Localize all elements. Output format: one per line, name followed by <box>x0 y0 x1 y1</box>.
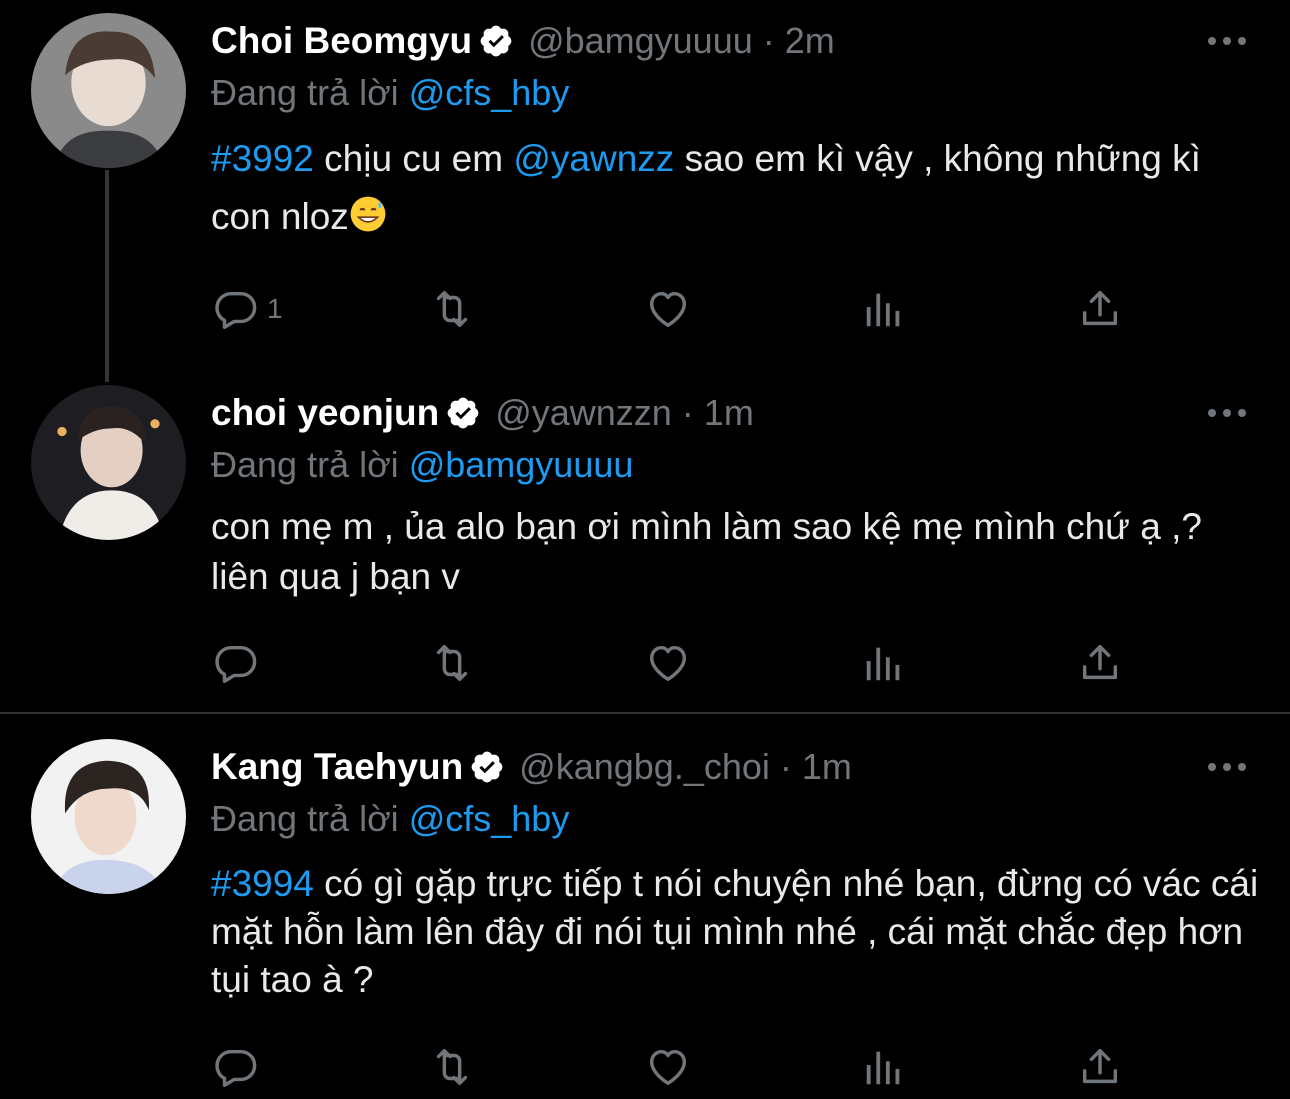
verified-badge-icon <box>478 23 514 59</box>
tweet-divider <box>0 712 1290 714</box>
tweet-header: choi yeonjun @yawnzzn · 1m <box>211 388 754 438</box>
views-button[interactable] <box>861 638 907 688</box>
action-bar <box>211 1042 1131 1092</box>
views-icon <box>861 1044 907 1090</box>
replying-to-mention[interactable]: @cfs_hby <box>409 798 570 839</box>
separator-dot: · <box>762 20 775 61</box>
action-bar: 1 <box>211 284 1131 334</box>
hashtag-link[interactable]: #3994 <box>211 863 314 904</box>
replying-to-line: Đang trả lời @cfs_hby <box>211 798 569 840</box>
tweet-3[interactable]: Kang Taehyun @kangbg._choi · 1m Đang trả… <box>0 724 1290 1099</box>
reply-icon <box>213 640 259 686</box>
like-button[interactable] <box>645 284 691 334</box>
tweet-header: Choi Beomgyu @bamgyuuuu · 2m <box>211 16 835 66</box>
display-name[interactable]: choi yeonjun <box>211 392 439 434</box>
display-name[interactable]: Kang Taehyun <box>211 746 463 788</box>
views-button[interactable] <box>861 1042 907 1092</box>
retweet-button[interactable] <box>429 284 475 334</box>
reply-count: 1 <box>267 293 283 324</box>
avatar[interactable] <box>31 739 186 894</box>
more-icon[interactable] <box>1208 408 1246 418</box>
retweet-button[interactable] <box>429 638 475 688</box>
username-handle[interactable]: @kangbg._choi <box>519 746 770 788</box>
avatar[interactable] <box>31 13 186 168</box>
replying-to-mention[interactable]: @cfs_hby <box>409 72 570 113</box>
tweet-2[interactable]: choi yeonjun @yawnzzn · 1m Đang trả lời … <box>0 370 1290 710</box>
share-button[interactable] <box>1077 638 1123 688</box>
reply-icon <box>213 1044 259 1090</box>
tweet-header: Kang Taehyun @kangbg._choi · 1m <box>211 742 852 792</box>
verified-badge-icon <box>469 749 505 785</box>
like-button[interactable] <box>645 638 691 688</box>
retweet-icon <box>429 1044 475 1090</box>
action-bar <box>211 638 1131 688</box>
tweet-text-segment: chịu cu em <box>313 138 514 179</box>
more-icon[interactable] <box>1208 36 1246 46</box>
share-button[interactable] <box>1077 284 1123 334</box>
replying-to-line: Đang trả lời @cfs_hby <box>211 72 569 114</box>
tweet-1[interactable]: Choi Beomgyu @bamgyuuuu · 2m Đang trả lờ… <box>0 0 1290 360</box>
mention-link[interactable]: @yawnzz <box>513 138 674 179</box>
replying-to-label: Đang trả lời <box>211 444 399 485</box>
more-icon[interactable] <box>1208 762 1246 772</box>
share-icon <box>1077 640 1123 686</box>
tweet-text: con mẹ m , ủa alo bạn ơi mình làm sao kệ… <box>211 506 1202 597</box>
tweet-text: #3994 có gì gặp trực tiếp t nói chuyện n… <box>211 860 1261 1004</box>
reply-icon <box>213 286 259 332</box>
tweet-text-segment: có gì gặp trực tiếp t nói chuyện nhé bạn… <box>211 863 1259 1000</box>
timestamp[interactable]: 1m <box>802 746 852 788</box>
replying-to-label: Đang trả lời <box>211 72 399 113</box>
share-icon <box>1077 1044 1123 1090</box>
timestamp[interactable]: 2m <box>785 20 835 62</box>
retweet-icon <box>429 640 475 686</box>
retweet-button[interactable] <box>429 1042 475 1092</box>
separator-dot: · <box>779 746 792 787</box>
timestamp[interactable]: 1m <box>704 392 754 434</box>
tweet-text: #3992 chịu cu em @yawnzz sao em kì vậy ,… <box>211 130 1261 246</box>
separator-dot: · <box>681 392 694 433</box>
share-icon <box>1077 286 1123 332</box>
heart-icon <box>645 286 691 332</box>
username-handle[interactable]: @yawnzzn <box>495 392 672 434</box>
replying-to-mention[interactable]: @bamgyuuuu <box>409 444 634 485</box>
views-icon <box>861 286 907 332</box>
views-button[interactable] <box>861 284 907 334</box>
reply-button[interactable]: 1 <box>213 284 283 334</box>
reply-button[interactable] <box>213 1042 259 1092</box>
reply-button[interactable] <box>213 638 259 688</box>
retweet-icon <box>429 286 475 332</box>
grinning-sweat-emoji-icon <box>350 196 386 232</box>
like-button[interactable] <box>645 1042 691 1092</box>
heart-icon <box>645 1044 691 1090</box>
views-icon <box>861 640 907 686</box>
hashtag-link[interactable]: #3992 <box>211 138 314 179</box>
username-handle[interactable]: @bamgyuuuu <box>528 20 753 62</box>
heart-icon <box>645 640 691 686</box>
share-button[interactable] <box>1077 1042 1123 1092</box>
verified-badge-icon <box>445 395 481 431</box>
display-name[interactable]: Choi Beomgyu <box>211 20 472 62</box>
avatar[interactable] <box>31 385 186 540</box>
replying-to-line: Đang trả lời @bamgyuuuu <box>211 444 633 486</box>
replying-to-label: Đang trả lời <box>211 798 399 839</box>
